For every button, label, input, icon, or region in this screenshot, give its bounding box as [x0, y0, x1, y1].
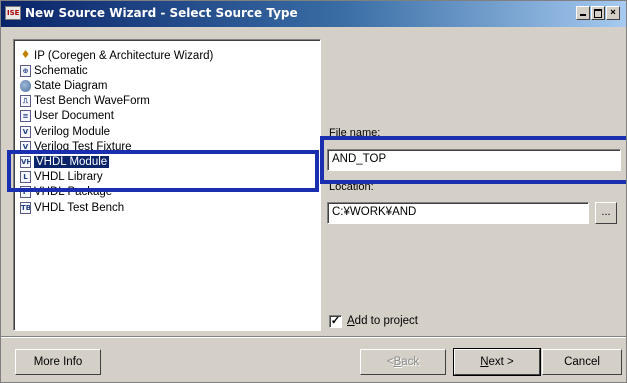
list-item-label: Schematic: [34, 64, 88, 77]
list-item-state-diagram[interactable]: State Diagram: [20, 78, 108, 93]
list-item-vhdl-library[interactable]: L VHDL Library: [20, 170, 103, 185]
vhdl-package-icon: P: [20, 186, 31, 199]
ise-app-icon: ISE: [5, 6, 21, 20]
waveform-icon: ⎍: [20, 95, 31, 108]
file-name-input[interactable]: AND_TOP: [327, 149, 621, 171]
list-item-schematic[interactable]: ⊕ Schematic: [20, 63, 88, 78]
list-item-vhdl-test-bench[interactable]: TB VHDL Test Bench: [20, 200, 124, 215]
vhdl-module-icon: VH: [20, 155, 31, 168]
title-bar[interactable]: ISE New Source Wizard - Select Source Ty…: [1, 1, 626, 27]
state-diagram-icon: [20, 79, 31, 92]
source-type-list[interactable]: ♦ IP (Coregen & Architecture Wizard) ⊕ Sche…: [13, 39, 321, 331]
file-name-label: File name:: [329, 127, 381, 139]
browse-button[interactable]: ...: [595, 202, 617, 224]
next-button[interactable]: Next >: [453, 348, 541, 376]
verilog-module-icon: V: [20, 125, 31, 138]
add-to-project-checkbox[interactable]: ✓: [329, 315, 342, 328]
list-item-label: Test Bench WaveForm: [34, 95, 150, 108]
footer-separator: [1, 336, 626, 338]
list-item-user-document[interactable]: ≡ User Document: [20, 109, 114, 124]
list-item-label: IP (Coregen & Architecture Wizard): [34, 49, 214, 62]
list-item-label: VHDL Package: [34, 186, 113, 199]
more-info-button[interactable]: More Info: [15, 349, 101, 375]
close-button[interactable]: ×: [606, 6, 620, 20]
list-item-verilog-test-fixture[interactable]: V Verilog Test Fixture: [20, 139, 132, 154]
minimize-button[interactable]: [576, 6, 590, 20]
location-label: Location:: [329, 181, 374, 193]
new-source-wizard-window: ISE New Source Wizard - Select Source Ty…: [0, 0, 627, 383]
list-item-vhdl-module[interactable]: VHVHDL Module: [20, 154, 110, 169]
vhdl-library-icon: L: [20, 171, 31, 184]
location-input[interactable]: C:¥WORK¥AND: [327, 202, 589, 224]
document-icon: ≡: [20, 110, 31, 123]
list-item-verilog-module[interactable]: V Verilog Module: [20, 124, 110, 139]
list-item-label: User Document: [34, 110, 114, 123]
list-item-label: State Diagram: [34, 79, 108, 92]
ip-wizard-icon: ♦: [20, 49, 31, 61]
schematic-icon: ⊕: [20, 64, 31, 77]
window-title: New Source Wizard - Select Source Type: [25, 6, 298, 20]
list-item-label: Verilog Module: [34, 125, 111, 138]
list-item-label: Verilog Test Fixture: [34, 140, 132, 153]
list-item-ip-coregen-architecture-wizard[interactable]: ♦ IP (Coregen & Architecture Wizard): [20, 48, 214, 63]
back-button[interactable]: < Back: [360, 349, 446, 375]
vhdl-testbench-icon: TB: [20, 201, 31, 214]
maximize-button[interactable]: [591, 6, 605, 20]
verilog-fixture-icon: V: [20, 140, 31, 153]
cancel-button[interactable]: Cancel: [542, 349, 622, 375]
add-to-project-label[interactable]: Add to project: [347, 315, 418, 327]
list-item-label: VHDL Module: [34, 155, 110, 168]
list-item-test-bench-waveform[interactable]: ⎍ Test Bench WaveForm: [20, 94, 150, 109]
list-item-vhdl-package[interactable]: P VHDL Package: [20, 185, 112, 200]
list-item-label: VHDL Library: [34, 171, 103, 184]
list-item-label: VHDL Test Bench: [34, 201, 125, 214]
